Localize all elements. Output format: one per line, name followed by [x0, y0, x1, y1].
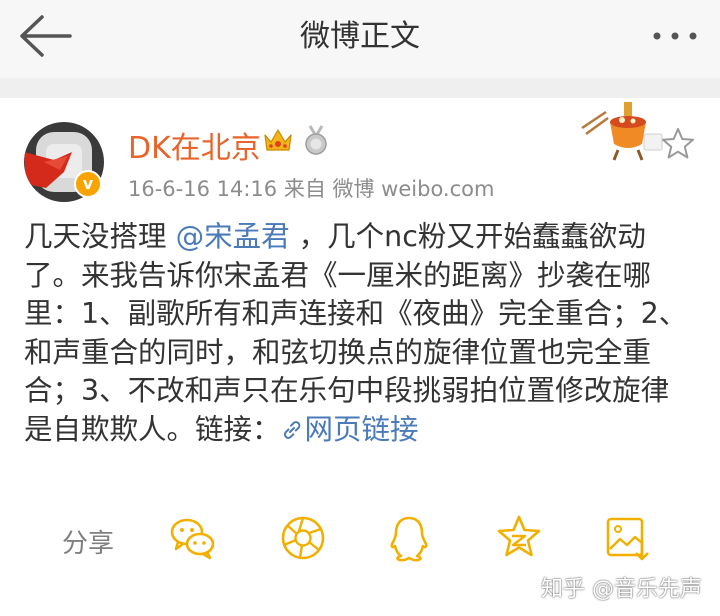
- share-bar: 分享: [0, 513, 720, 573]
- medal-icon: [305, 125, 327, 155]
- web-link-label: 网页链接: [304, 412, 419, 446]
- favorite-star-icon[interactable]: [660, 126, 696, 162]
- wechat-icon[interactable]: [168, 513, 218, 563]
- moments-icon[interactable]: [278, 513, 328, 563]
- more-dots-icon[interactable]: [650, 16, 700, 56]
- web-link[interactable]: 网页链接: [281, 413, 419, 446]
- link-icon: [283, 420, 300, 439]
- top-nav-bar: 微博正文: [0, 0, 720, 78]
- mention-link[interactable]: @宋孟君: [176, 220, 290, 253]
- crown-icon: [264, 129, 292, 151]
- header-divider: [0, 78, 720, 98]
- watermark: 知乎 @音乐先声: [541, 577, 702, 602]
- verified-badge: v: [74, 170, 102, 198]
- author-name[interactable]: DK在北京: [128, 123, 261, 167]
- weibo-post-card: v DK在北京 16-6-16 14:16 来自 微博 weibo.com 几天…: [0, 98, 720, 616]
- post-content: 几天没搭理 @宋孟君 ，几个nc粉又开始蠢蠢欲动了。来我告诉你宋孟君《一厘米的距…: [24, 218, 696, 449]
- share-label: 分享: [62, 529, 115, 559]
- post-text-part-1: 几天没搭理: [24, 220, 176, 253]
- qzone-icon[interactable]: [494, 513, 544, 563]
- post-meta: 16-6-16 14:16 来自 微博 weibo.com: [128, 177, 495, 201]
- page-title: 微博正文: [300, 19, 420, 54]
- qq-icon[interactable]: [384, 513, 434, 563]
- save-image-icon[interactable]: [602, 513, 652, 563]
- hotpot-decoration-icon: [581, 102, 663, 161]
